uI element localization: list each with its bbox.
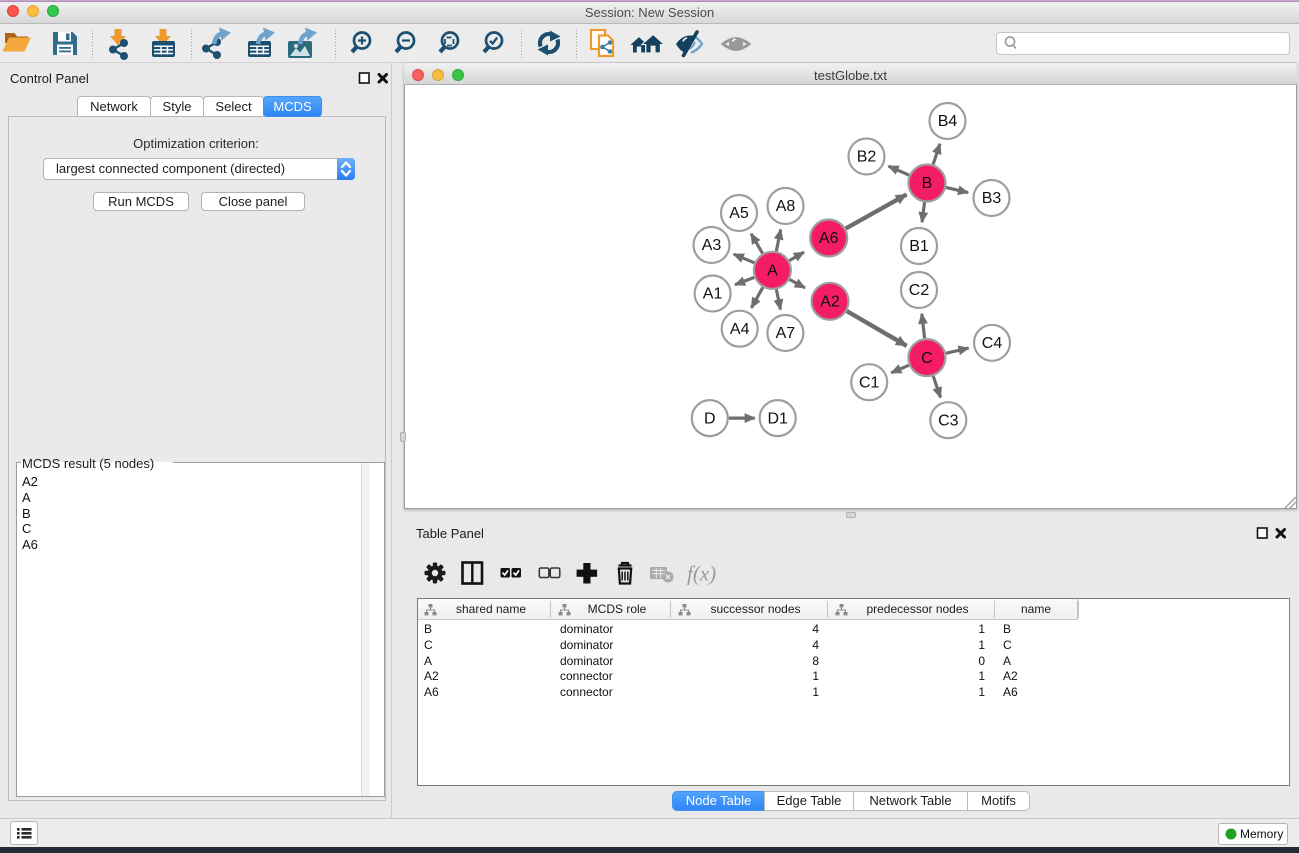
svg-text:D1: D1 (767, 410, 788, 427)
svg-text:A7: A7 (776, 325, 796, 342)
svg-text:B1: B1 (909, 238, 929, 255)
svg-text:D: D (704, 410, 716, 427)
svg-text:A1: A1 (703, 286, 723, 303)
svg-text:B4: B4 (938, 113, 958, 130)
svg-text:B: B (922, 175, 933, 192)
svg-text:A: A (767, 263, 778, 280)
svg-text:A6: A6 (819, 230, 839, 247)
svg-text:C1: C1 (859, 374, 880, 391)
svg-text:A4: A4 (730, 321, 750, 338)
svg-text:f(x): f(x) (687, 562, 716, 586)
svg-text:B3: B3 (982, 190, 1002, 207)
svg-text:C3: C3 (938, 412, 959, 429)
svg-text:C: C (921, 350, 933, 367)
svg-text:A2: A2 (820, 294, 840, 311)
svg-text:A5: A5 (729, 205, 749, 222)
svg-text:C2: C2 (909, 282, 930, 299)
svg-text:C4: C4 (982, 335, 1003, 352)
svg-text:A8: A8 (776, 198, 796, 215)
svg-text:A3: A3 (702, 237, 722, 254)
svg-text:Memory: Memory (1240, 827, 1283, 841)
svg-text:B2: B2 (857, 149, 877, 166)
